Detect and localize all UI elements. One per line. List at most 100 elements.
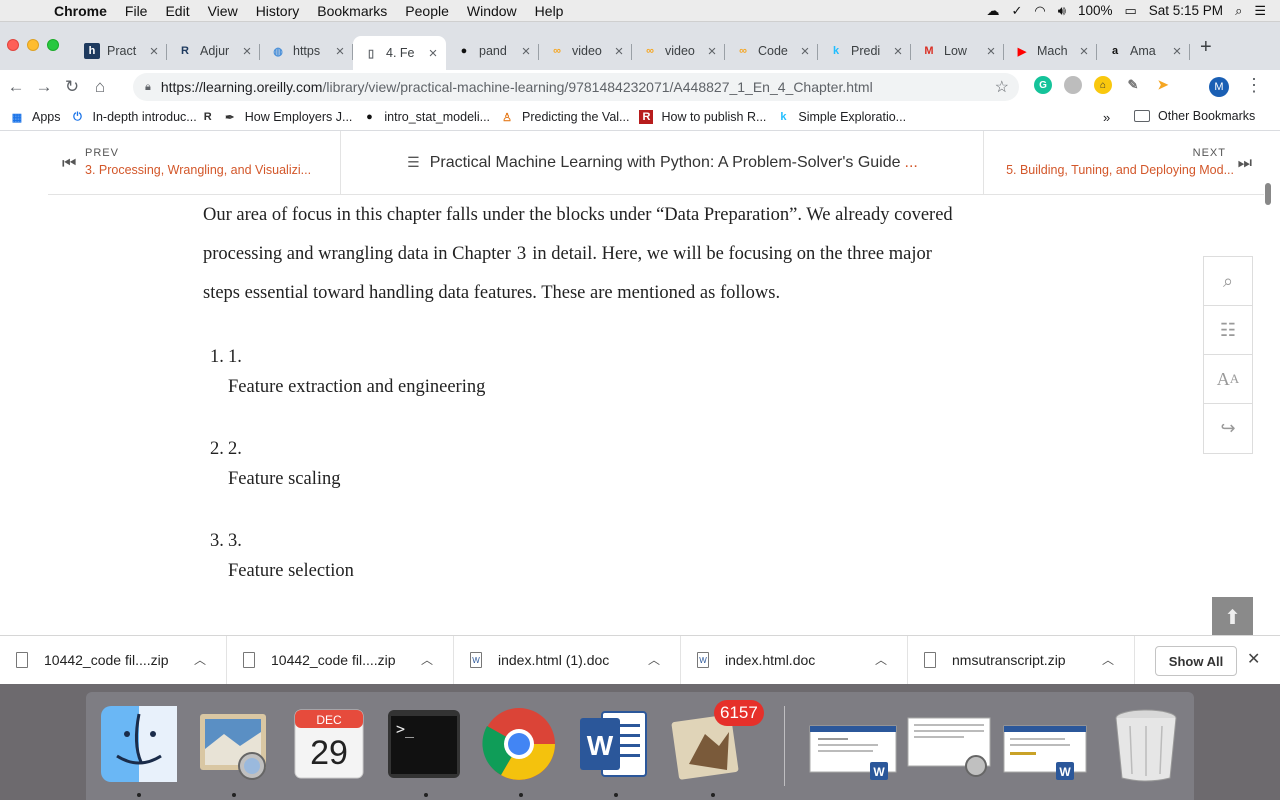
finder-icon[interactable] bbox=[99, 704, 179, 784]
browser-tab[interactable]: ● pand × bbox=[446, 36, 539, 66]
chrome-icon[interactable] bbox=[479, 704, 559, 784]
tab-close-icon[interactable]: × bbox=[891, 43, 905, 60]
download-item[interactable]: Windex.html (1).doc ︿ bbox=[454, 635, 681, 684]
table-of-contents-link[interactable]: ☰ Practical Machine Learning with Python… bbox=[342, 131, 984, 194]
wifi-icon[interactable]: ◠ bbox=[1034, 3, 1045, 19]
spotlight-icon[interactable]: ⌕ bbox=[1235, 3, 1242, 19]
browser-tab[interactable]: ∞ Code × bbox=[725, 36, 818, 66]
next-chapter-title[interactable]: 5. Building, Tuning, and Deploying Mod..… bbox=[1006, 163, 1234, 177]
more-vert-icon[interactable]: ⋮ bbox=[1245, 75, 1263, 96]
download-item[interactable]: nmsutranscript.zip ︿ bbox=[908, 635, 1135, 684]
tab-close-icon[interactable]: × bbox=[984, 43, 998, 60]
preview-window-thumbnail[interactable] bbox=[904, 704, 994, 784]
menu-people[interactable]: People bbox=[396, 3, 458, 19]
address-bar[interactable]: 🔒︎ https://learning.oreilly.com/library/… bbox=[133, 73, 1019, 101]
browser-tab[interactable]: ◍ https × bbox=[260, 36, 353, 66]
back-arrow-icon[interactable]: ← bbox=[2, 77, 30, 97]
browser-tab[interactable]: k Predi × bbox=[818, 36, 911, 66]
menu-app-name[interactable]: Chrome bbox=[44, 3, 116, 19]
tab-close-icon[interactable]: × bbox=[705, 43, 719, 60]
browser-tab[interactable]: ▯ 4. Fe × bbox=[353, 36, 446, 70]
close-window-button[interactable] bbox=[7, 39, 19, 51]
circle-extension-icon[interactable] bbox=[1064, 76, 1082, 94]
home-extension-icon[interactable]: ⌂ bbox=[1094, 76, 1112, 94]
menu-view[interactable]: View bbox=[199, 3, 247, 19]
tab-close-icon[interactable]: × bbox=[1077, 43, 1091, 60]
browser-tab[interactable]: h Pract × bbox=[74, 36, 167, 66]
chevron-up-icon[interactable]: ︿ bbox=[875, 651, 887, 668]
bookmark-r-blogger[interactable]: R bbox=[201, 110, 223, 124]
minimize-window-button[interactable] bbox=[27, 39, 39, 51]
bookmark-how-employers[interactable]: ✒ How Employers J... bbox=[223, 110, 352, 124]
word-document-thumbnail[interactable]: W bbox=[1000, 704, 1090, 784]
profile-avatar[interactable]: M bbox=[1209, 77, 1229, 97]
browser-tab[interactable]: ∞ video × bbox=[632, 36, 725, 66]
chevron-up-icon[interactable]: ︿ bbox=[421, 651, 433, 668]
font-size-icon[interactable]: AA bbox=[1204, 355, 1252, 404]
tab-close-icon[interactable]: × bbox=[519, 43, 533, 60]
menu-history[interactable]: History bbox=[247, 3, 309, 19]
word-window-thumbnail[interactable]: W bbox=[808, 704, 898, 784]
tab-close-icon[interactable]: × bbox=[240, 43, 254, 60]
bookmark-star-icon[interactable]: ☆ bbox=[995, 77, 1009, 97]
volume-icon[interactable]: 🔊︎ bbox=[1058, 3, 1066, 19]
download-item[interactable]: 10442_code fil....zip ︿ bbox=[227, 635, 454, 684]
scroll-to-top-button[interactable]: ⬆ bbox=[1212, 597, 1253, 635]
home-icon[interactable]: ⌂ bbox=[86, 77, 114, 97]
forward-arrow-icon[interactable]: → bbox=[30, 77, 58, 97]
bookmark-in-depth-intro[interactable]: ⏻ In-depth introduc... bbox=[71, 110, 197, 124]
tab-close-icon[interactable]: × bbox=[1170, 43, 1184, 60]
reload-icon[interactable]: ↻ bbox=[58, 77, 86, 97]
menu-edit[interactable]: Edit bbox=[156, 3, 198, 19]
show-all-downloads-button[interactable]: Show All bbox=[1155, 646, 1237, 676]
browser-tab[interactable]: M Low × bbox=[911, 36, 1004, 66]
new-tab-button[interactable]: + bbox=[1200, 36, 1212, 59]
share-icon[interactable]: ↪ bbox=[1204, 404, 1252, 453]
check-icon[interactable]: ✓ bbox=[1011, 3, 1022, 19]
chapter-reference-link[interactable]: 3 bbox=[511, 243, 533, 264]
eyedropper-extension-icon[interactable]: ✎ bbox=[1124, 76, 1142, 94]
terminal-icon[interactable]: >_ bbox=[384, 704, 464, 784]
browser-tab[interactable]: ∞ video × bbox=[539, 36, 632, 66]
grammarly-extension-icon[interactable]: G bbox=[1034, 76, 1052, 94]
bookmark-how-to-publish[interactable]: R How to publish R... bbox=[639, 110, 766, 124]
other-bookmarks[interactable]: Other Bookmarks bbox=[1134, 109, 1255, 123]
tab-close-icon[interactable]: × bbox=[798, 43, 812, 60]
browser-tab[interactable]: ▶ Mach × bbox=[1004, 36, 1097, 66]
tab-close-icon[interactable]: × bbox=[612, 43, 626, 60]
chevron-up-icon[interactable]: ︿ bbox=[648, 651, 660, 668]
clock[interactable]: Sat 5:15 PM bbox=[1149, 3, 1223, 18]
close-icon[interactable]: ✕ bbox=[1247, 649, 1260, 669]
menu-window[interactable]: Window bbox=[458, 3, 526, 19]
notification-center-icon[interactable]: ☰ bbox=[1254, 3, 1266, 19]
bookmark-predicting[interactable]: ♙ Predicting the Val... bbox=[500, 110, 629, 124]
tab-close-icon[interactable]: × bbox=[333, 43, 347, 60]
battery-icon[interactable]: ▭ bbox=[1124, 3, 1136, 19]
menu-help[interactable]: Help bbox=[526, 3, 573, 19]
browser-tab[interactable]: a Ama × bbox=[1097, 36, 1190, 66]
cloud-icon[interactable]: ☁ bbox=[986, 3, 999, 19]
calendar-icon[interactable]: DEC 29 bbox=[289, 704, 369, 784]
tab-close-icon[interactable]: × bbox=[426, 45, 440, 62]
bookmark-apps[interactable]: ▦ Apps bbox=[10, 110, 61, 124]
photos-preview-icon[interactable] bbox=[194, 704, 274, 784]
word-icon[interactable]: W bbox=[574, 704, 654, 784]
prev-chapter-title[interactable]: 3. Processing, Wrangling, and Visualizi.… bbox=[85, 163, 311, 177]
download-item[interactable]: Windex.html.doc ︿ bbox=[681, 635, 908, 684]
search-icon[interactable]: ⌕ bbox=[1204, 257, 1252, 306]
lock-icon[interactable]: 🔒︎ bbox=[145, 81, 151, 94]
trash-icon[interactable] bbox=[1106, 704, 1186, 784]
scrollbar-thumb[interactable] bbox=[1265, 183, 1271, 205]
browser-tab[interactable]: R Adjur × bbox=[167, 36, 260, 66]
menu-file[interactable]: File bbox=[116, 3, 157, 19]
chevron-up-icon[interactable]: ︿ bbox=[1102, 651, 1114, 668]
arrow-extension-icon[interactable]: ➤ bbox=[1154, 76, 1172, 94]
bookmarks-overflow-button[interactable]: » bbox=[1103, 110, 1110, 125]
chevron-up-icon[interactable]: ︿ bbox=[194, 651, 206, 668]
zoom-window-button[interactable] bbox=[47, 39, 59, 51]
toc-settings-icon[interactable]: ☷ bbox=[1204, 306, 1252, 355]
next-chapter-link[interactable]: NEXT 5. Building, Tuning, and Deploying … bbox=[985, 131, 1264, 194]
prev-chapter-link[interactable]: ⏮ PREV 3. Processing, Wrangling, and Vis… bbox=[48, 131, 341, 194]
tab-close-icon[interactable]: × bbox=[147, 43, 161, 60]
menu-bookmarks[interactable]: Bookmarks bbox=[308, 3, 396, 19]
